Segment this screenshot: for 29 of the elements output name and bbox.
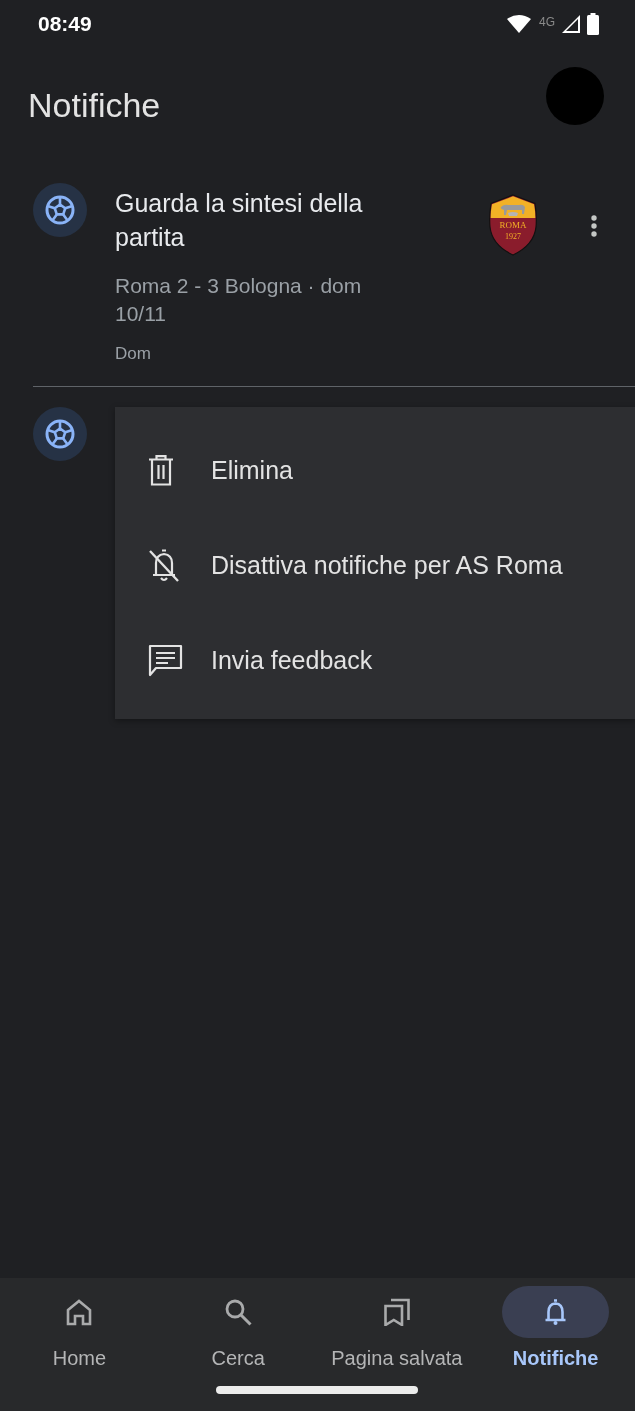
crest-name: ROMA bbox=[499, 219, 527, 230]
match-result: Roma 2 - 3 Bologna · dom 10/11 bbox=[115, 273, 363, 327]
wifi-icon bbox=[507, 15, 531, 33]
home-icon bbox=[65, 1298, 94, 1326]
trash-icon bbox=[148, 455, 174, 486]
more-options-icon[interactable] bbox=[591, 215, 597, 237]
signal-icon bbox=[561, 14, 581, 34]
notification-title: Guarda la sintesi della partita bbox=[115, 188, 364, 253]
nav-tab[interactable]: Home bbox=[0, 1278, 159, 1374]
network-type: 4G bbox=[539, 15, 555, 29]
menu-item[interactable]: Elimina bbox=[148, 423, 635, 518]
nav-tab[interactable]: Cerca bbox=[158, 1278, 318, 1374]
bell-off-icon bbox=[148, 548, 180, 583]
nav-tab[interactable]: Pagina salvata bbox=[317, 1278, 477, 1374]
crest-year: 1927 bbox=[505, 232, 521, 241]
feedback-icon bbox=[148, 643, 183, 678]
page-title: Notifiche bbox=[28, 86, 161, 124]
bookmarks-icon bbox=[382, 1298, 411, 1326]
bell-icon bbox=[502, 1286, 610, 1338]
battery-icon bbox=[587, 13, 599, 35]
menu-item[interactable]: Invia feedback bbox=[148, 613, 635, 708]
soccer-ball-icon bbox=[33, 407, 87, 461]
menu-item[interactable]: Disattiva notifiche per AS Roma bbox=[148, 518, 635, 613]
nav-tab[interactable]: Notifiche bbox=[476, 1278, 635, 1374]
soccer-ball-icon bbox=[33, 183, 87, 237]
notification-time: Dom bbox=[115, 343, 152, 365]
shield-drawing bbox=[489, 194, 537, 256]
status-time: 08:49 bbox=[38, 12, 92, 36]
search-icon bbox=[224, 1298, 253, 1326]
